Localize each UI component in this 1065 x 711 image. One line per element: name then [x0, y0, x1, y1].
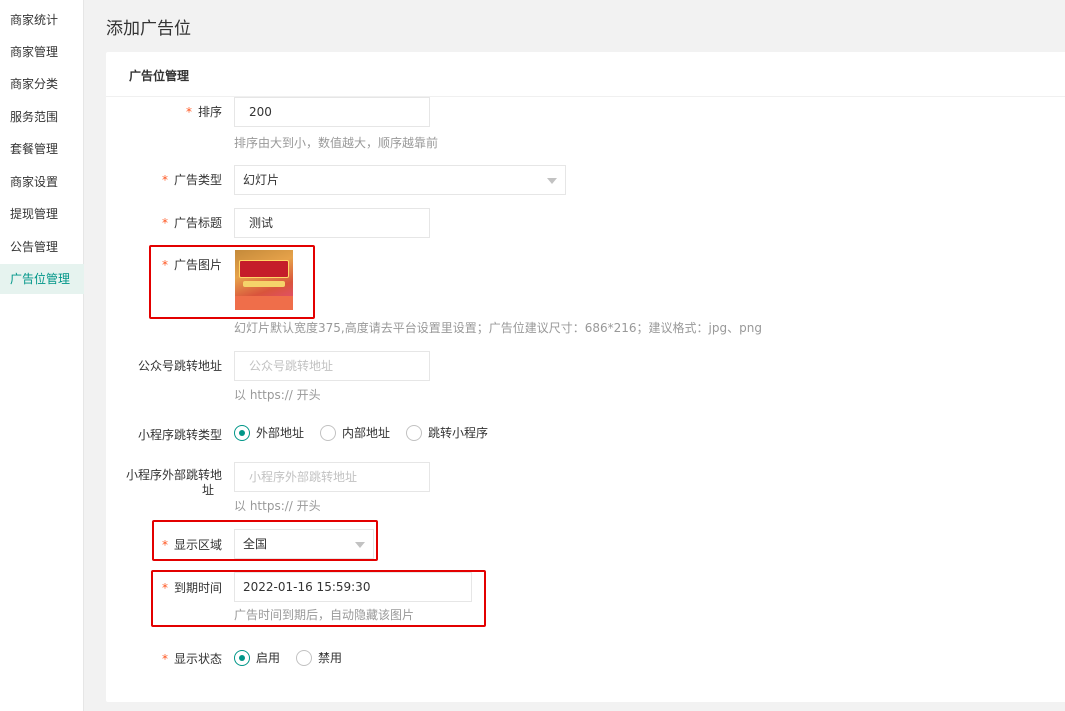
sort-label: * 排序: [104, 103, 222, 120]
radio-unchecked-icon: [406, 424, 423, 441]
page-title: 添加广告位: [106, 19, 191, 39]
radio-disable[interactable]: 禁用: [296, 649, 342, 666]
required-mark: *: [161, 173, 168, 187]
highlight-box-expire-time: [151, 570, 486, 627]
radio-checked-icon: [234, 649, 250, 666]
mp-url-label: 公众号跳转地址: [104, 357, 222, 374]
display-status-label-text: 显示状态: [173, 652, 222, 666]
display-status-label: * 显示状态: [104, 650, 222, 667]
ad-title-label-text: 广告标题: [173, 216, 222, 230]
sort-input[interactable]: 200: [234, 97, 430, 127]
mini-jump-type-label-text: 小程序跳转类型: [137, 428, 222, 442]
mp-url-hint: 以 https:// 开头: [234, 388, 321, 402]
mini-ext-url-label-line1: 小程序外部跳转地: [125, 468, 222, 482]
card-header: 广告位管理: [106, 52, 1065, 97]
ad-title-input[interactable]: 测试: [234, 208, 430, 238]
required-mark: *: [185, 105, 192, 119]
display-status-radios: 启用 禁用: [234, 649, 358, 666]
sidebar-item-service-area[interactable]: 服务范围: [0, 102, 84, 132]
sidebar-item-merchant-category[interactable]: 商家分类: [0, 69, 84, 99]
radio-checked-icon: [234, 424, 250, 441]
mini-ext-url-input[interactable]: 小程序外部跳转地址: [234, 462, 430, 492]
sidebar-item-package-manage[interactable]: 套餐管理: [0, 134, 84, 164]
required-mark: *: [161, 652, 168, 666]
radio-external-url[interactable]: 外部地址: [234, 424, 304, 441]
mini-ext-url-label: 小程序外部跳转地 址: [104, 468, 222, 498]
sidebar-item-merchant-stats[interactable]: 商家统计: [0, 5, 84, 35]
ad-title-label: * 广告标题: [104, 214, 222, 231]
mini-ext-url-hint: 以 https:// 开头: [234, 499, 321, 513]
ad-type-select[interactable]: 幻灯片: [234, 165, 566, 195]
radio-label: 启用: [256, 651, 281, 665]
sidebar-item-merchant-settings[interactable]: 商家设置: [0, 167, 84, 197]
ad-type-label: * 广告类型: [104, 171, 222, 188]
sidebar-item-merchant-manage[interactable]: 商家管理: [0, 37, 84, 67]
mp-url-label-text: 公众号跳转地址: [137, 359, 222, 373]
radio-label: 内部地址: [342, 426, 391, 440]
chevron-down-icon: [547, 178, 557, 184]
ad-image-hint: 幻灯片默认宽度375,高度请去平台设置里设置；广告位建议尺寸：686*216；建…: [234, 321, 762, 335]
required-mark: *: [161, 216, 168, 230]
mini-jump-type-radios: 外部地址 内部地址 跳转小程序: [234, 424, 504, 441]
sidebar-item-ad-manage[interactable]: 广告位管理: [0, 264, 84, 294]
highlight-box-display-region: [152, 520, 378, 561]
radio-unchecked-icon: [320, 424, 337, 441]
sort-label-text: 排序: [197, 105, 222, 119]
radio-unchecked-icon: [296, 649, 313, 666]
card-title: 广告位管理: [129, 69, 190, 83]
radio-enable[interactable]: 启用: [234, 649, 280, 666]
radio-label: 禁用: [318, 651, 343, 665]
sort-hint: 排序由大到小，数值越大，顺序越靠前: [234, 136, 439, 150]
sidebar-item-notice-manage[interactable]: 公告管理: [0, 232, 84, 262]
radio-label: 跳转小程序: [428, 426, 489, 440]
ad-type-value: 幻灯片: [243, 173, 280, 187]
sidebar-item-withdraw-manage[interactable]: 提现管理: [0, 199, 84, 229]
highlight-box-ad-image: [149, 245, 315, 319]
radio-jump-miniprogram[interactable]: 跳转小程序: [406, 424, 488, 441]
mini-jump-type-label: 小程序跳转类型: [104, 426, 222, 443]
ad-type-label-text: 广告类型: [173, 173, 222, 187]
mini-ext-url-label-line2: 址: [201, 483, 214, 497]
mp-url-input[interactable]: 公众号跳转地址: [234, 351, 430, 381]
sidebar: 商家统计 商家管理 商家分类 服务范围 套餐管理 商家设置 提现管理 公告管理 …: [0, 0, 84, 711]
radio-label: 外部地址: [256, 426, 305, 440]
radio-internal-url[interactable]: 内部地址: [320, 424, 390, 441]
